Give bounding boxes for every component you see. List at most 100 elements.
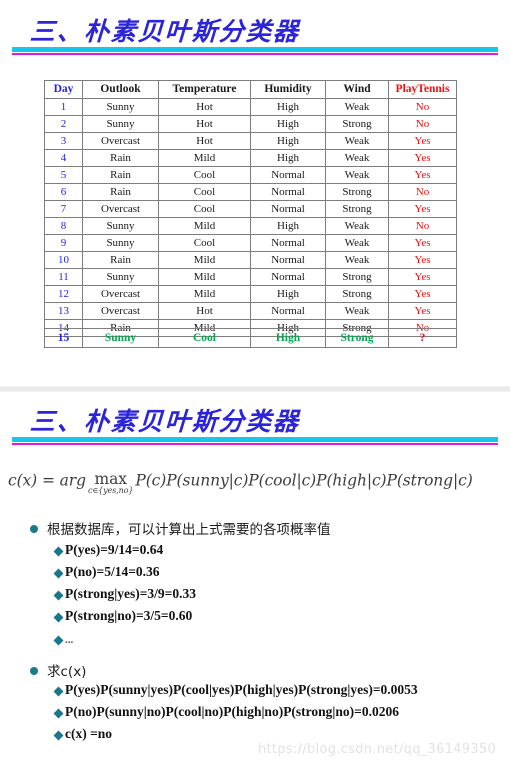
cell-day: 10 [44,251,83,269]
cell-humidity: High [250,217,326,235]
cell-humidity: High [250,132,326,150]
cell-temperature: Cool [158,234,251,252]
cell-wind: Weak [325,234,389,252]
cell-wind: Strong [325,183,389,201]
bullet-level2: P(yes)P(sunny|yes)P(cool|yes)P(high|yes)… [53,682,418,699]
cell-temperature: Mild [158,285,251,303]
bullet-level2-label: P(strong|no)=3/5=0.60 [65,608,193,623]
cell-temperature: Cool [158,200,251,218]
bullet-level2-label: P(yes)P(sunny|yes)P(cool|yes)P(high|yes)… [65,682,418,697]
table-row: 5 Rain Cool Normal Weak Yes [44,166,457,184]
cell-outlook: Rain [82,149,159,167]
cell-playtennis: Yes [388,166,457,184]
table-row: 8 Sunny Mild High Weak No [44,217,457,235]
slide-naive-bayes-table: 三、朴素贝叶斯分类器 Day Outlook Temperature Humid… [0,0,510,386]
bullet-level1-label: 求c(x) [47,664,87,680]
cell-day: 8 [44,217,83,235]
column-header-playtennis: PlayTennis [388,80,457,99]
bullet-level2: P(strong|yes)=3/9=0.33 [53,586,196,603]
cell-playtennis: Yes [388,234,457,252]
cell-playtennis: Yes [388,200,457,218]
bullet-diamond-icon [53,730,64,741]
bullet-level2: c(x) =no [53,726,113,743]
title-rule-magenta [12,53,498,55]
cell-temperature: Mild [158,268,251,286]
cell-temperature: Cool [158,166,251,184]
cell-humidity: Normal [250,251,326,269]
bullet-diamond-icon [53,546,64,557]
play-tennis-table: Day Outlook Temperature Humidity Wind Pl… [44,80,457,337]
cell-wind: Strong [325,285,389,303]
cell-outlook: Sunny [82,268,159,286]
table-row: 2 Sunny Hot High Strong No [44,115,457,133]
cell-humidity: Normal [250,234,326,252]
cell-wind: Strong [325,115,389,133]
cell-day: 1 [44,98,83,116]
slide-naive-bayes-computation: 三、朴素贝叶斯分类器 c(x) = arg max c∈{yes,no} P(c)P(… [0,392,510,768]
cell-outlook: Overcast [82,200,159,218]
bullet-diamond-icon [53,590,64,601]
cell-day: 4 [44,149,83,167]
query-cell-day: 15 [44,328,83,348]
query-cell-temperature: Cool [158,328,251,348]
cell-temperature: Hot [158,115,251,133]
bullet-level2-label: P(yes)=9/14=0.64 [65,542,164,557]
cell-humidity: Normal [250,268,326,286]
cell-outlook: Sunny [82,217,159,235]
table-row: 15 Sunny Cool High Strong ? [44,328,457,348]
bullet-level2: P(strong|no)=3/5=0.60 [53,608,193,625]
cell-temperature: Hot [158,98,251,116]
table-row: 3 Overcast Hot High Weak Yes [44,132,457,150]
query-cell-playtennis: ? [388,328,457,348]
cell-playtennis: No [388,98,457,116]
cell-playtennis: No [388,115,457,133]
table-row: 10 Rain Mild Normal Weak Yes [44,251,457,269]
table-row: 12 Overcast Mild High Strong Yes [44,285,457,303]
bullet-diamond-icon [53,635,64,646]
cell-day: 11 [44,268,83,286]
cell-temperature: Mild [158,217,251,235]
cell-wind: Strong [325,268,389,286]
cell-wind: Weak [325,217,389,235]
cell-humidity: High [250,115,326,133]
cell-humidity: High [250,285,326,303]
bullet-level2-label: ... [65,634,74,646]
table-row: 9 Sunny Cool Normal Weak Yes [44,234,457,252]
page-title: 三、朴素贝叶斯分类器 [29,17,301,46]
cell-outlook: Rain [82,183,159,201]
column-header-temperature: Temperature [158,80,251,99]
cell-outlook: Sunny [82,234,159,252]
bullet-level2-label: P(no)=5/14=0.36 [65,564,160,579]
bullet-level2-label: c(x) =no [65,726,113,741]
cell-wind: Weak [325,98,389,116]
bullet-diamond-icon [53,612,64,623]
cell-wind: Weak [325,302,389,320]
cell-temperature: Mild [158,251,251,269]
cell-playtennis: Yes [388,251,457,269]
bullet-dot-icon [30,667,38,675]
bullet-level2-label: P(strong|yes)=3/9=0.33 [65,586,196,601]
bullet-diamond-icon [53,568,64,579]
watermark-text: https://blog.csdn.net/qq_36149350 [258,742,497,757]
table-row: 7 Overcast Cool Normal Strong Yes [44,200,457,218]
cell-day: 5 [44,166,83,184]
cell-day: 3 [44,132,83,150]
bullet-level2: P(yes)=9/14=0.64 [53,542,164,559]
query-cell-humidity: High [250,328,326,348]
bullet-level1: 求c(x) [30,660,86,680]
cell-wind: Weak [325,251,389,269]
query-cell-outlook: Sunny [82,328,159,348]
cell-playtennis: No [388,183,457,201]
cell-day: 2 [44,115,83,133]
cell-day: 9 [44,234,83,252]
bullet-level2: P(no)P(sunny|no)P(cool|no)P(high|no)P(st… [53,704,399,721]
cell-outlook: Sunny [82,98,159,116]
bullet-diamond-icon [53,708,64,719]
cell-temperature: Hot [158,302,251,320]
cell-wind: Weak [325,149,389,167]
cell-humidity: High [250,149,326,167]
cell-playtennis: Yes [388,132,457,150]
cell-humidity: Normal [250,200,326,218]
cell-humidity: Normal [250,302,326,320]
table-row: 1 Sunny Hot High Weak No [44,98,457,116]
